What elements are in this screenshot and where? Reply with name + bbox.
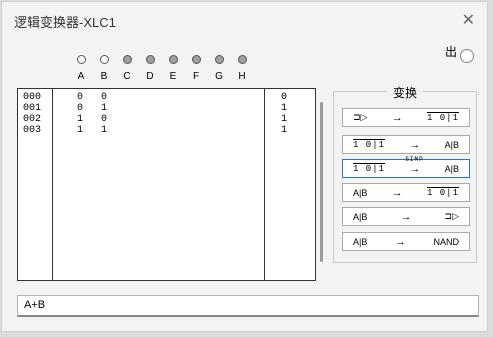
cell-output: 1 <box>281 114 288 125</box>
simp-arrow-icon: SIMP → <box>405 155 424 175</box>
cell-a: 1 <box>77 114 84 125</box>
input-label: C <box>123 71 131 82</box>
input-terminal-b[interactable]: B <box>92 55 116 82</box>
input-label: D <box>146 71 154 82</box>
row-index: 003 <box>23 125 42 136</box>
input-label: H <box>238 71 246 82</box>
cell-output: 1 <box>281 103 288 114</box>
input-label: B <box>100 71 108 82</box>
cell-a: 0 <box>77 92 84 103</box>
output-terminal[interactable] <box>460 49 474 63</box>
close-icon[interactable]: ✕ <box>462 10 475 30</box>
input-terminal-g[interactable]: G <box>207 55 231 82</box>
expression-to-circuit-button[interactable]: A|B → ⊐▷ <box>342 207 470 226</box>
scrollbar[interactable] <box>320 102 323 262</box>
arrow-icon: → <box>391 186 403 199</box>
arrow-icon: → <box>391 111 403 124</box>
truth-table-to-expression-button[interactable]: 1 0|1 → A|B <box>342 135 470 154</box>
cell-output: 1 <box>281 125 288 136</box>
input-label: G <box>215 71 223 82</box>
terminal-circle-icon <box>99 55 109 64</box>
input-terminal-f[interactable]: F <box>184 55 208 82</box>
row-index: 001 <box>23 103 42 114</box>
arrow-icon: → <box>409 138 421 151</box>
terminal-circle-icon <box>122 55 132 64</box>
cell-b: 1 <box>101 125 108 136</box>
terminal-circle-icon <box>145 55 155 64</box>
cell-output: 0 <box>281 92 288 103</box>
truth-table-icon: 1 0|1 <box>353 139 386 150</box>
terminal-circle-icon <box>237 55 247 64</box>
expression-field[interactable]: A+B <box>17 295 479 317</box>
gate-icon: ⊐▷ <box>353 112 368 122</box>
terminal-circle-icon <box>168 55 178 64</box>
expression-icon: A|B <box>444 139 459 150</box>
circuit-to-truth-table-button[interactable]: ⊐▷ → 1 0|1 <box>342 108 470 127</box>
nand-label: NAND <box>433 236 459 247</box>
cell-a: 1 <box>77 125 84 136</box>
conversion-title: 变换 <box>386 86 423 100</box>
input-terminal-e[interactable]: E <box>161 55 185 82</box>
expression-to-truth-table-button[interactable]: A|B → 1 0|1 <box>342 183 470 202</box>
conversion-group: 变换 ⊐▷ → 1 0|1 1 0|1 → A|B 1 0|1 SIMP → A|… <box>333 86 477 263</box>
cell-a: 0 <box>77 103 84 114</box>
input-terminal-d[interactable]: D <box>138 55 162 82</box>
input-label: F <box>192 71 200 82</box>
truth-table-to-simplified-expression-button[interactable]: 1 0|1 SIMP → A|B <box>342 155 470 178</box>
cell-b: 1 <box>101 103 108 114</box>
row-index: 000 <box>23 92 42 103</box>
output-label: 出 <box>445 45 458 59</box>
terminal-circle-icon <box>76 55 86 64</box>
truth-table-icon: 1 0|1 <box>426 187 459 198</box>
cell-b: 0 <box>101 92 108 103</box>
truth-table-icon: 1 0|1 <box>426 112 459 123</box>
input-terminal-h[interactable]: H <box>230 55 254 82</box>
cell-b: 0 <box>101 114 108 125</box>
expression-icon: A|B <box>353 187 368 198</box>
window-title: 逻辑变换器-XLC1 <box>14 15 116 30</box>
expression-icon: A|B <box>444 163 459 174</box>
input-label: E <box>169 71 177 82</box>
input-terminal-c[interactable]: C <box>115 55 139 82</box>
expression-to-nand-button[interactable]: A|B → NAND <box>342 232 470 251</box>
truth-table-icon: 1 0|1 <box>353 163 386 174</box>
terminal-circle-icon <box>191 55 201 64</box>
title-bar: 逻辑变换器-XLC1 ✕ <box>2 2 487 36</box>
logic-converter-window: 逻辑变换器-XLC1 ✕ 出 ABCDEFGH 000 0 0 0 001 0 1 1 002 1… <box>1 1 488 332</box>
input-terminal-a[interactable]: A <box>69 55 93 82</box>
terminal-circle-icon <box>214 55 224 64</box>
input-label: A <box>77 71 85 82</box>
gate-icon: ⊐▷ <box>444 211 459 221</box>
output-column-divider <box>264 89 265 280</box>
arrow-icon: → <box>400 210 412 223</box>
expression-icon: A|B <box>353 236 368 247</box>
truth-table[interactable]: 000 0 0 0 001 0 1 1 002 1 0 1 003 1 1 1 <box>17 88 316 281</box>
row-index: 002 <box>23 114 42 125</box>
expression-icon: A|B <box>353 211 368 222</box>
arrow-icon: → <box>394 235 406 248</box>
